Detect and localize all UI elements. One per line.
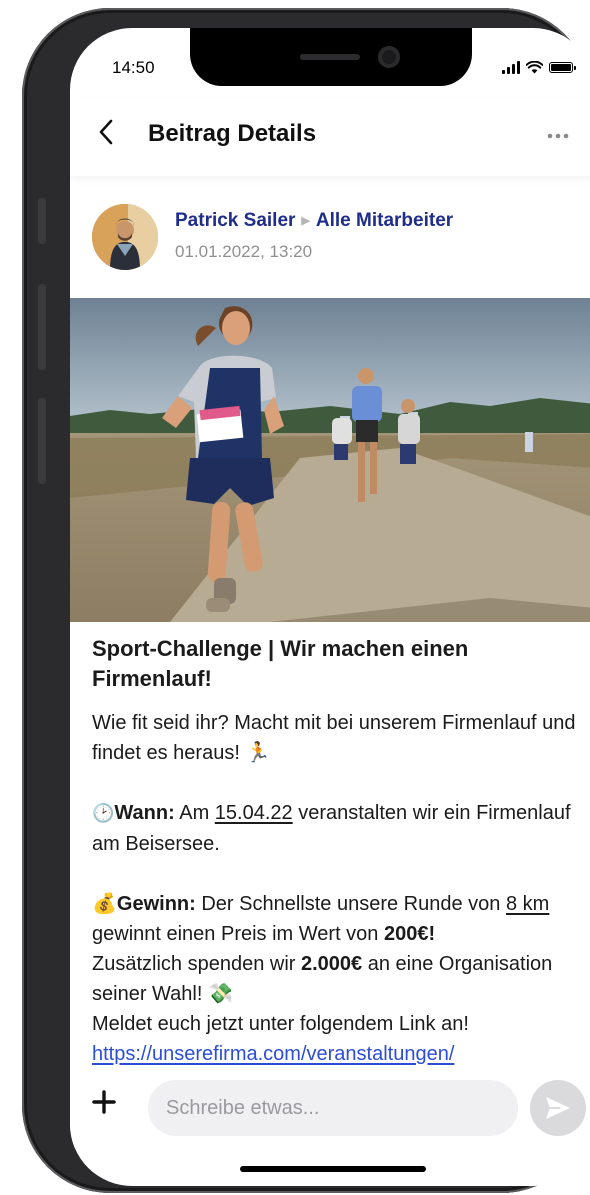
battery-icon (549, 62, 576, 73)
post-author-block: Patrick Sailer ▶ Alle Mitarbeiter 01.01.20… (92, 204, 572, 274)
wifi-icon (526, 61, 543, 74)
mute-switch (38, 198, 46, 244)
avatar[interactable] (92, 204, 158, 270)
volume-up-button (38, 284, 46, 370)
post-when: 🕑Wann: Am 15.04.22 veranstalten wir ein … (92, 802, 571, 855)
add-attachment-button[interactable] (92, 1082, 116, 1123)
audience-name[interactable]: Alle Mitarbeiter (316, 210, 453, 231)
signal-icon (502, 61, 520, 74)
post-title: Sport-Challenge | Wir machen einen Firme… (92, 636, 469, 691)
money-wings-icon: 💸 (207, 983, 233, 1005)
distance: 8 km (505, 893, 550, 915)
phone-frame: 14:50 Beitrag Details Patrick Sailer ▶ A… (22, 8, 590, 1193)
clock-icon: 🕑 (92, 803, 115, 824)
author-name[interactable]: Patrick Sailer (175, 210, 295, 231)
money-bag-icon: 💰 (92, 893, 117, 915)
event-date: 15.04.22 (214, 802, 293, 824)
send-button[interactable] (530, 1080, 586, 1136)
volume-down-button (38, 398, 46, 484)
page-title: Beitrag Details (148, 120, 317, 147)
more-options-button[interactable] (547, 122, 569, 145)
front-camera (378, 46, 400, 68)
screen: 14:50 Beitrag Details Patrick Sailer ▶ A… (70, 28, 590, 1186)
message-composer (70, 1068, 590, 1148)
signup-link[interactable]: https://unserefirma.com/veranstaltungen/ (92, 1043, 454, 1065)
status-time: 14:50 (112, 58, 155, 77)
arrow-right-icon: ▶ (301, 215, 310, 227)
home-indicator (240, 1166, 426, 1172)
more-horizontal-icon (547, 133, 569, 139)
plus-icon (92, 1090, 116, 1114)
runner-emoji-icon: 🏃 (245, 742, 271, 764)
post-author-line: Patrick Sailer ▶ Alle Mitarbeiter (175, 210, 453, 232)
speaker (300, 54, 360, 60)
post-image[interactable] (70, 298, 590, 622)
post-prize: 💰Gewinn: Der Schnellste unsere Runde von… (92, 893, 553, 1065)
post-content: Sport-Challenge | Wir machen einen Firme… (92, 634, 577, 1069)
notch (190, 28, 472, 86)
post-intro: Wie fit seid ihr? Macht mit bei unserem … (92, 712, 576, 764)
app-header: Beitrag Details (70, 98, 590, 176)
chevron-left-icon (99, 119, 113, 145)
back-button[interactable] (98, 118, 114, 154)
send-icon (546, 1097, 570, 1119)
status-icons (502, 61, 576, 74)
message-input[interactable] (148, 1080, 518, 1136)
post-date: 01.01.2022, 13:20 (175, 242, 313, 261)
